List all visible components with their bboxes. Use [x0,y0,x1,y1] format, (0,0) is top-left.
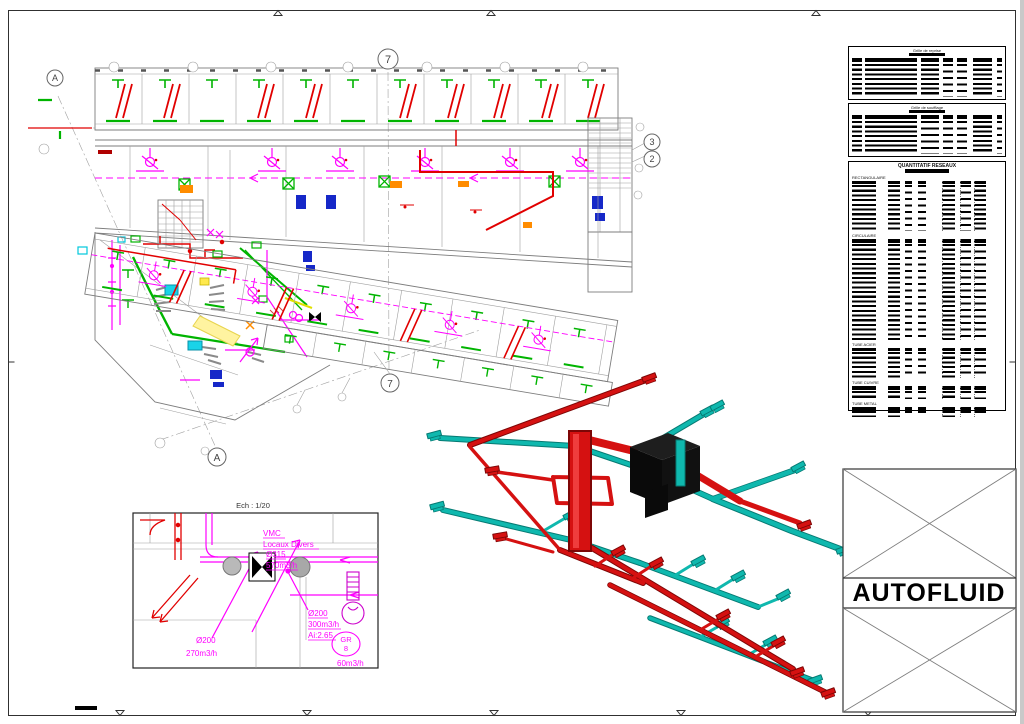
table-header-row [852,58,1002,62]
section-header [852,386,1002,390]
sheet-edge-shadow [1020,0,1024,724]
vmc-flow: 570m3/h [266,561,297,570]
floor-plan: A 7 3 2 7 A [28,49,660,466]
extract-flow: 270m3/h [186,649,217,658]
grid-bubble-a-top: A [52,73,58,83]
fan-coil-clusters [136,148,594,171]
panel-blue [595,213,605,221]
branch-dia: Ø200 [308,609,328,618]
vmc-room: Locaux Divers [263,540,314,549]
red-main-pipe [420,150,553,230]
title-block: AUTOFLUID [843,469,1016,712]
stairs [158,200,203,248]
section-header [852,239,1002,243]
group-number: 8 [344,644,348,653]
table-grille-soufflage: Grille de soufflage [848,103,1006,157]
section-body [852,391,1002,399]
table-title-bar [909,110,945,113]
table-quantitatif-reseaux: QUANTITATIF RESEAUX RECTANGULAIRE CIRCUL… [848,161,1006,411]
table-body [852,121,1002,154]
section-body [852,411,1002,417]
table-title: Grille de soufflage [852,105,1002,110]
angled-wing [81,233,623,406]
ahu-box [630,433,700,518]
section-label-tube-cuivre: TUBE CUIVRE [852,380,1002,385]
grid-bubble-7-bottom: 7 [387,379,393,390]
section-label-circulaire: CIRCULAIRE [852,233,1002,238]
vmc-title: VMC [263,529,281,538]
vmc-dia: Ø315 [266,550,286,559]
branch-flow: 300m3/h [308,620,339,629]
drawing-sheet: A 7 3 2 7 A Ech : 1/20 [0,0,1024,724]
scale-bar [75,706,97,710]
table-body [852,64,1002,97]
section-label-tube-metal: TUBE METAL [852,401,1002,406]
section-body [852,185,1002,231]
grid-bubble-a-bottom: A [214,453,221,464]
section-label-tube-acier: TUBE ACIER [852,342,1002,347]
branch-loss: Ai:2.65 [308,631,333,640]
balcony-strip [263,325,612,406]
grid-bubble-2: 2 [649,154,654,164]
extract-dia: Ø200 [196,636,216,645]
section-header [852,181,1002,185]
group-label: GR [340,635,352,644]
table-title: Grille de reprise [852,48,1002,53]
section-label-rectangulaire: RECTANGULAIRE [852,175,1002,180]
brand-logo-text: AUTOFLUID [853,579,1006,607]
group-flow: 60m3/h [337,659,364,668]
grid-bubble-3: 3 [649,137,654,147]
table-header-row [852,115,1002,119]
panel-blue [592,196,603,209]
magenta-ducts [108,229,320,380]
table-grille-reprise: Grille de reprise [848,46,1006,100]
middle-band [78,130,632,267]
section-body [852,244,1002,340]
section-header [852,407,1002,411]
detail-scale-label: Ech : 1/20 [236,501,270,510]
section-header [852,348,1002,352]
table-title-bar [905,169,949,173]
table-title: QUANTITATIF RESEAUX [852,163,1002,169]
top-room-band [28,68,618,154]
table-title-bar [909,53,945,56]
iso-view [427,373,852,700]
section-body [852,352,1002,378]
grid-bubble-7-top: 7 [385,54,391,66]
detail-inset: Ech : 1/20 [133,501,378,668]
